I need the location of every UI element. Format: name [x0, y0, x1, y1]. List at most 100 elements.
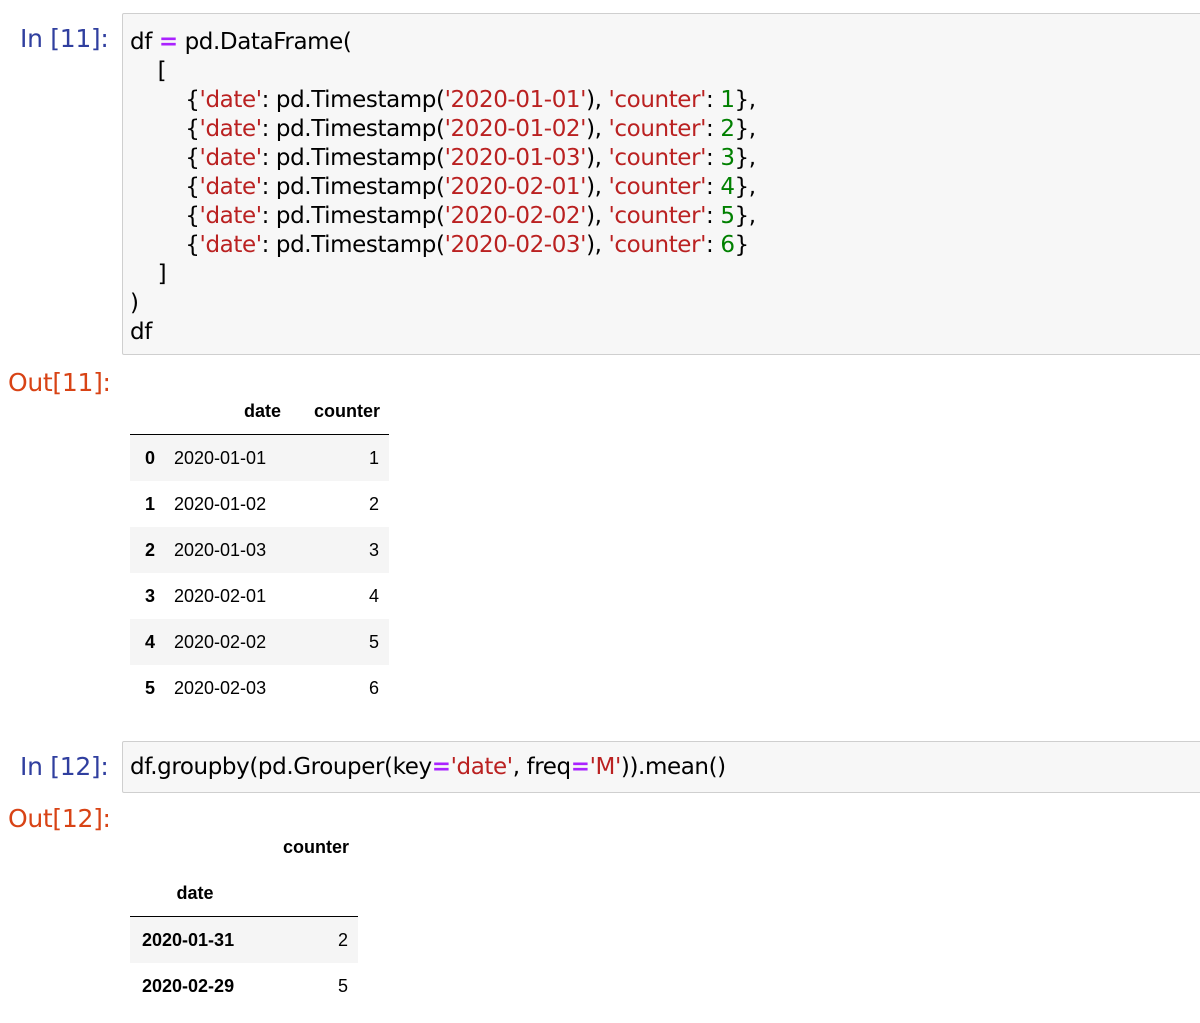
counter-cell: 3	[368, 539, 379, 560]
string-token: 'counter'	[608, 87, 707, 113]
string-token: '2020-01-03'	[444, 145, 587, 171]
string-token: 'counter'	[608, 145, 707, 171]
code-line: df.groupby(pd.Grouper(key='date', freq='…	[130, 753, 1200, 782]
index-name-spacer	[260, 870, 358, 917]
code-line: df = pd.DataFrame(	[130, 28, 1200, 57]
string-token: '2020-02-02'	[444, 203, 587, 229]
number-token: 6	[720, 232, 735, 258]
row-index: 2020-01-31	[142, 929, 235, 950]
number-token: 1	[720, 87, 735, 113]
row-index: 5	[144, 677, 155, 698]
date-cell: 2020-02-01	[174, 585, 267, 606]
date-cell: 2020-02-03	[174, 677, 267, 698]
code-token: {	[130, 145, 200, 171]
output-prompt-12: Out[12]:	[8, 804, 111, 833]
code-token: },	[734, 174, 757, 200]
string-token: 'date'	[199, 174, 263, 200]
code-line: {'date': pd.Timestamp('2020-02-01'), 'co…	[130, 173, 1200, 202]
number-token: 2	[720, 116, 735, 142]
row-index: 2	[144, 539, 155, 560]
index-name-date: date	[176, 882, 214, 903]
table-row: 2020-01-31 2	[130, 916, 358, 963]
string-token: 'date'	[450, 754, 514, 780]
code-token: ),	[586, 232, 609, 258]
code-line: {'date': pd.Timestamp('2020-01-03'), 'co…	[130, 144, 1200, 173]
counter-cell: 4	[368, 585, 379, 606]
date-cell: 2020-01-01	[174, 447, 267, 468]
code-token: }	[734, 232, 750, 258]
dataframe-output-11: date counter 0 2020-01-01 1 1 2020-01-02 2 2 20…	[130, 388, 389, 711]
code-token: df	[130, 29, 159, 55]
row-index: 0	[144, 447, 155, 468]
code-token: ),	[586, 145, 609, 171]
counter-cell: 2	[368, 493, 379, 514]
column-header-date: date	[243, 400, 281, 421]
code-token: : pd.Timestamp(	[261, 174, 445, 200]
code-line: {'date': pd.Timestamp('2020-01-01'), 'co…	[130, 86, 1200, 115]
row-index: 2020-02-29	[142, 975, 235, 996]
code-token: : pd.Timestamp(	[261, 87, 445, 113]
table-row: 4 2020-02-02 5	[130, 619, 389, 665]
string-token: '2020-02-03'	[444, 232, 587, 258]
code-token: :	[706, 174, 721, 200]
date-cell: 2020-01-02	[174, 493, 267, 514]
code-token: : pd.Timestamp(	[261, 145, 445, 171]
code-token: [	[130, 58, 167, 84]
counter-cell: 6	[368, 677, 379, 698]
code-token: ),	[586, 174, 609, 200]
groupby-output-12: counter date 2020-01-31 2 2020-02-29 5	[130, 824, 358, 1009]
code-cell-11[interactable]: df = pd.DataFrame( [ {'date': pd.Timesta…	[122, 13, 1200, 355]
counter-cell: 1	[368, 447, 379, 468]
code-token: {	[130, 116, 200, 142]
code-token: df	[130, 319, 152, 345]
code-token: : pd.Timestamp(	[261, 116, 445, 142]
code-editor[interactable]: df = pd.DataFrame( [ {'date': pd.Timesta…	[123, 14, 1200, 347]
string-token: 'counter'	[608, 174, 707, 200]
code-token: :	[706, 87, 721, 113]
string-token: 'counter'	[608, 232, 707, 258]
code-line: {'date': pd.Timestamp('2020-02-03'), 'co…	[130, 231, 1200, 260]
code-token: df.groupby(pd.Grouper(key	[130, 754, 432, 780]
table-row: 0 2020-01-01 1	[130, 434, 389, 481]
counter-cell: 2	[337, 929, 348, 950]
index-header	[130, 824, 260, 870]
code-token: :	[706, 232, 721, 258]
code-cell-12[interactable]: df.groupby(pd.Grouper(key='date', freq='…	[122, 741, 1200, 793]
string-token: 'date'	[199, 145, 263, 171]
code-token: ),	[586, 203, 609, 229]
string-token: '2020-01-01'	[444, 87, 587, 113]
code-token: },	[734, 116, 757, 142]
operator-token: =	[570, 754, 590, 780]
date-cell: 2020-02-02	[174, 631, 267, 652]
code-line: ]	[130, 260, 1200, 289]
number-token: 5	[720, 203, 735, 229]
code-token: ),	[586, 87, 609, 113]
row-index: 3	[144, 585, 155, 606]
code-editor[interactable]: df.groupby(pd.Grouper(key='date', freq='…	[123, 742, 1200, 782]
code-line: {'date': pd.Timestamp('2020-01-02'), 'co…	[130, 115, 1200, 144]
code-token: :	[706, 116, 721, 142]
code-token: {	[130, 203, 200, 229]
column-header-counter: counter	[282, 836, 349, 857]
counter-cell: 5	[368, 631, 379, 652]
row-index: 1	[144, 493, 155, 514]
string-token: 'date'	[199, 87, 263, 113]
table-row: 2 2020-01-03 3	[130, 527, 389, 573]
code-line: {'date': pd.Timestamp('2020-02-02'), 'co…	[130, 202, 1200, 231]
table-row: 1 2020-01-02 2	[130, 481, 389, 527]
table-row: 5 2020-02-03 6	[130, 665, 389, 711]
code-token: {	[130, 87, 200, 113]
row-index: 4	[144, 631, 155, 652]
table-row: 3 2020-02-01 4	[130, 573, 389, 619]
code-token: ]	[130, 261, 167, 287]
string-token: 'date'	[199, 116, 263, 142]
code-token: )	[130, 290, 139, 316]
code-token: {	[130, 232, 200, 258]
code-token: },	[734, 87, 757, 113]
column-header-counter: counter	[313, 400, 380, 421]
code-token: , freq	[512, 754, 571, 780]
code-token: pd.DataFrame(	[177, 29, 352, 55]
counter-cell: 5	[337, 975, 348, 996]
date-cell: 2020-01-03	[174, 539, 267, 560]
string-token: 'date'	[199, 203, 263, 229]
